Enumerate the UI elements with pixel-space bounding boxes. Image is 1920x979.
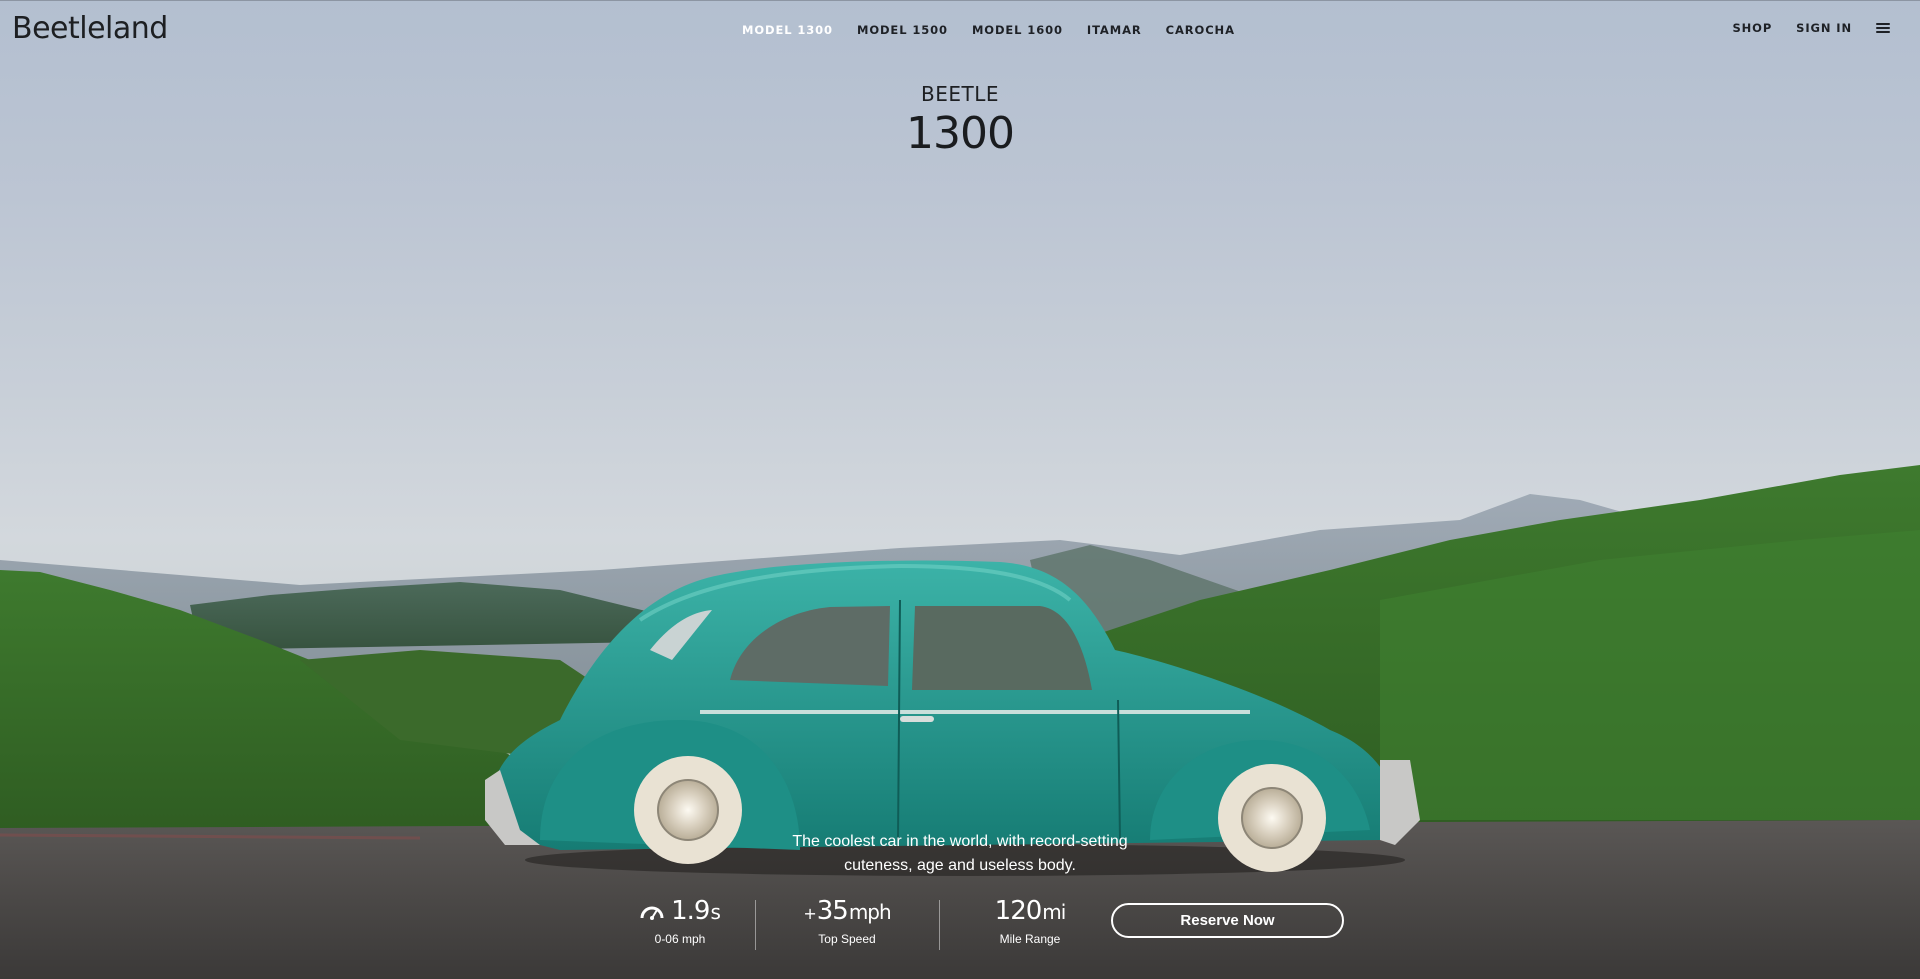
stat-acceleration-label: 0-06 mph (654, 932, 706, 946)
nav-item-model-1300[interactable]: MODEL 1300 (742, 23, 833, 37)
brand-logo[interactable]: Beetleland (12, 11, 168, 46)
nav-item-model-1600[interactable]: MODEL 1600 (972, 23, 1063, 37)
stat-top-speed-prefix: + (803, 904, 816, 923)
stat-top-speed: +35 mph Top Speed (772, 896, 922, 946)
sign-in-link[interactable]: SIGN IN (1796, 21, 1852, 35)
stat-top-speed-value: 35 (816, 896, 849, 926)
hero-subtitle: BEETLE (921, 82, 999, 106)
header-actions: SHOP SIGN IN (1732, 21, 1890, 35)
shop-link[interactable]: SHOP (1732, 21, 1772, 35)
tagline-line-1: The coolest car in the world, with recor… (792, 833, 1128, 850)
stat-acceleration: 1.9 s 0-06 mph (605, 896, 755, 946)
stat-acceleration-value: 1.9 (671, 896, 710, 926)
nav-item-carocha[interactable]: CAROCHA (1166, 23, 1235, 37)
hero-heading: BEETLE 1300 (0, 82, 1920, 159)
speedometer-icon (640, 906, 664, 920)
stat-acceleration-unit: s (710, 900, 720, 924)
top-navigation-bar: Beetleland MODEL 1300 MODEL 1500 MODEL 1… (0, 0, 1920, 60)
stat-mile-range: 120 mi Mile Range (955, 896, 1105, 946)
stat-top-speed-unit: mph (848, 900, 892, 924)
stats-divider (939, 900, 940, 950)
hero-model-number: 1300 (906, 108, 1015, 159)
hamburger-menu-icon[interactable] (1876, 21, 1890, 35)
nav-item-itamar[interactable]: ITAMAR (1087, 23, 1142, 37)
stats-divider (755, 900, 756, 950)
stat-mile-range-unit: mi (1042, 900, 1066, 924)
tagline-line-2: cuteness, age and useless body. (844, 857, 1076, 874)
model-navigation: MODEL 1300 MODEL 1500 MODEL 1600 ITAMAR … (742, 23, 1235, 37)
nav-item-model-1500[interactable]: MODEL 1500 (857, 23, 948, 37)
stat-mile-range-value: 120 (994, 896, 1043, 926)
stat-top-speed-label: Top Speed (818, 932, 876, 946)
hero-tagline: The coolest car in the world, with recor… (760, 830, 1160, 878)
reserve-now-button[interactable]: Reserve Now (1111, 903, 1344, 938)
stat-mile-range-label: Mile Range (999, 932, 1061, 946)
